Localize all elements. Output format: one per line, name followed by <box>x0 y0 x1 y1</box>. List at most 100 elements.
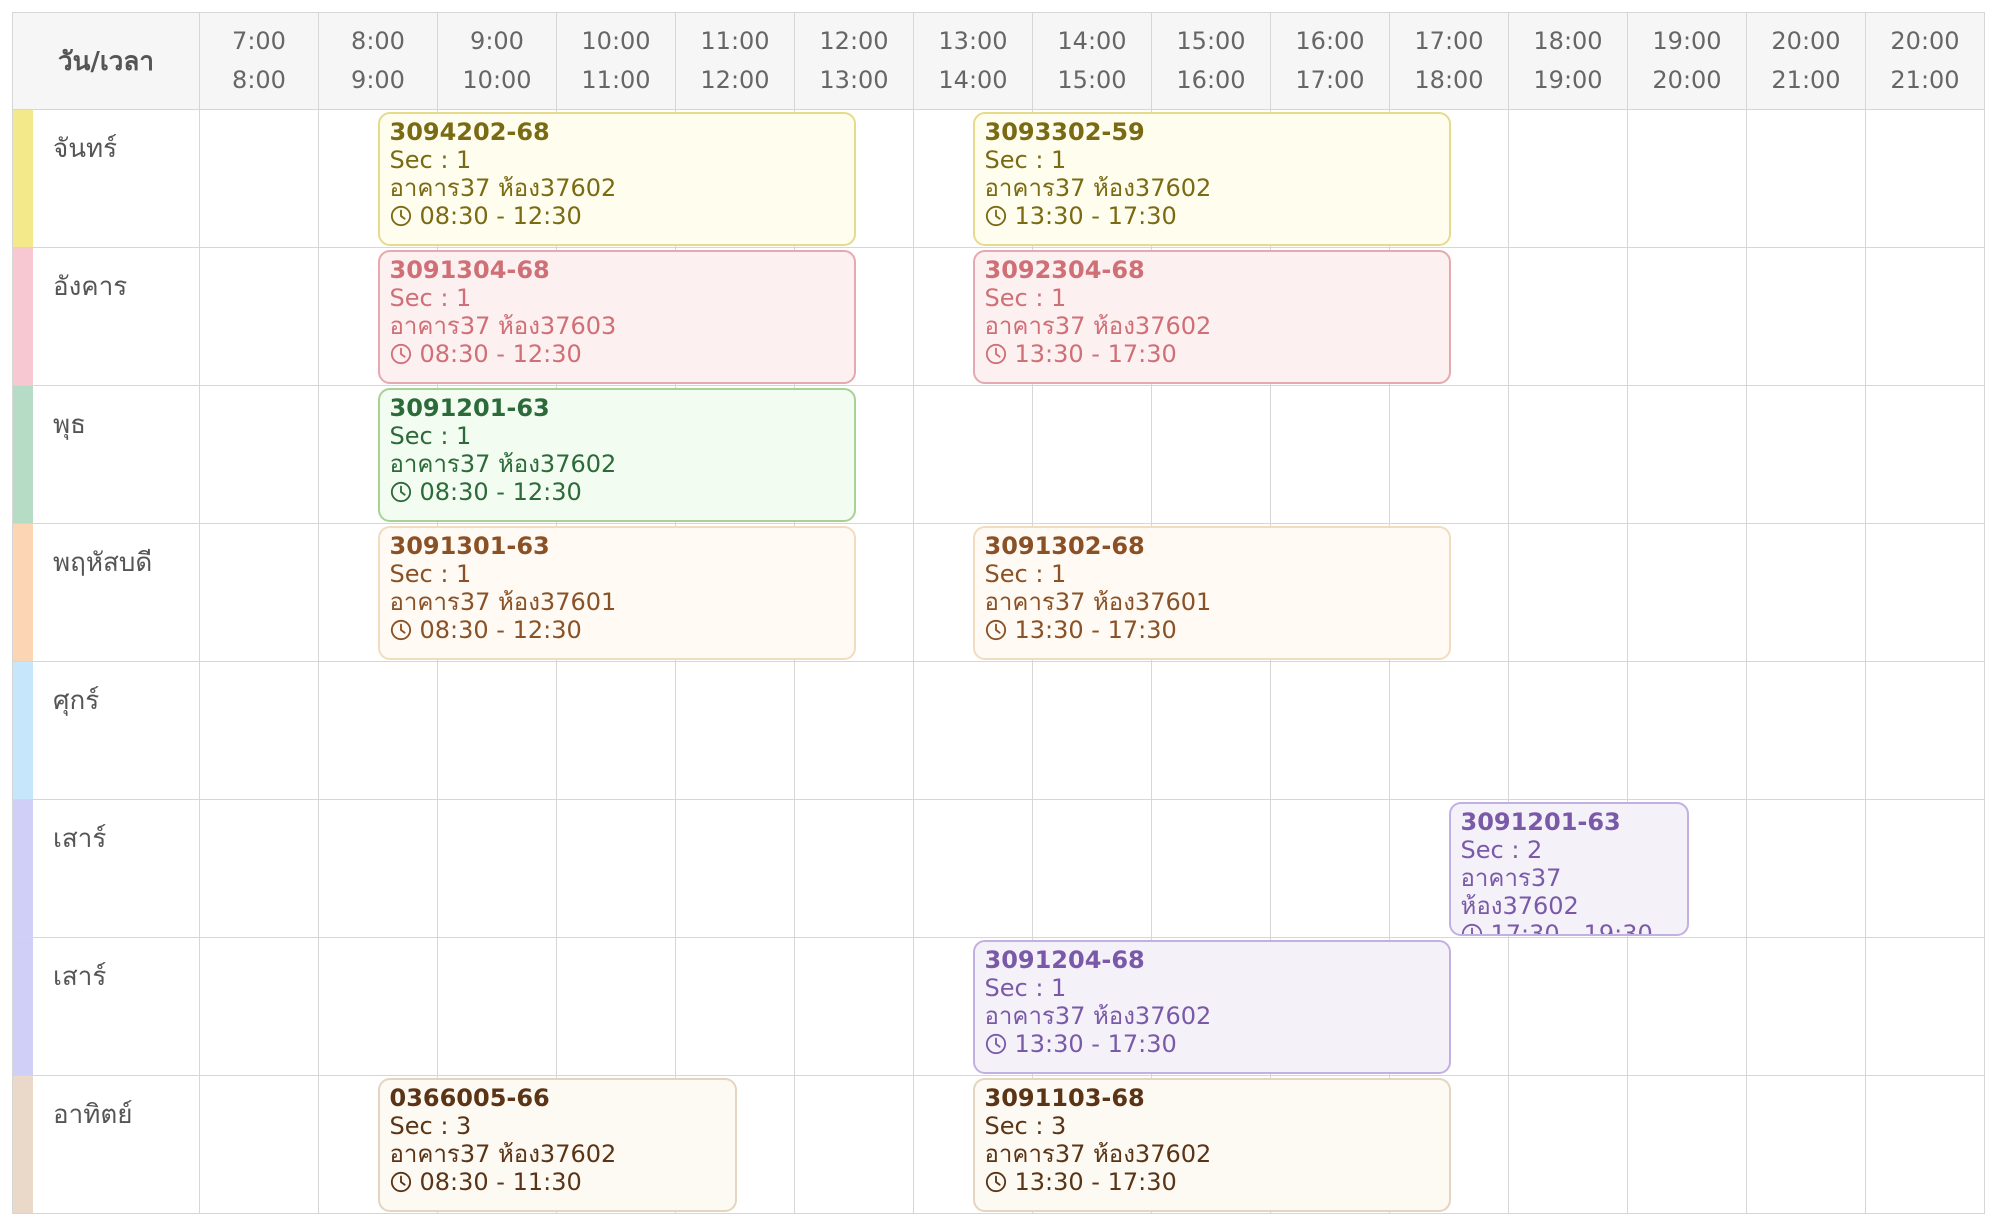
grid-cell[interactable] <box>200 938 319 1076</box>
grid-cell[interactable] <box>676 938 795 1076</box>
clock-icon <box>390 481 412 503</box>
time-slot-header: 20:00 21:00 <box>1866 12 1985 110</box>
grid-cell[interactable] <box>1509 938 1628 1076</box>
grid-cell[interactable] <box>200 1076 319 1214</box>
grid-cell[interactable] <box>795 1076 914 1214</box>
grid-cell[interactable] <box>1747 110 1866 248</box>
class-event-card[interactable]: 3091304-68 Sec : 1 อาคาร37 ห้อง37603 08:30 … <box>377 250 856 384</box>
slot-end: 17:00 <box>1295 66 1365 94</box>
slot-end: 15:00 <box>1057 66 1127 94</box>
grid-cell[interactable] <box>1628 386 1747 524</box>
class-event-card[interactable]: 3093302-59 Sec : 1 อาคาร37 ห้อง37602 13:30 … <box>972 112 1451 246</box>
time-slot-header: 10:00 11:00 <box>557 12 676 110</box>
grid-cell[interactable] <box>1866 248 1985 386</box>
time-range: 08:30 - 12:30 <box>390 202 844 230</box>
grid-cell[interactable] <box>557 800 676 938</box>
section-label: Sec : 1 <box>389 560 472 588</box>
grid-cell[interactable] <box>1152 386 1271 524</box>
grid-cell[interactable] <box>1509 662 1628 800</box>
grid-cell[interactable] <box>1866 800 1985 938</box>
grid-cell[interactable] <box>200 110 319 248</box>
grid-cell[interactable] <box>1628 1076 1747 1214</box>
grid-cell[interactable] <box>200 386 319 524</box>
section-label: Sec : 1 <box>389 422 472 450</box>
grid-cell[interactable] <box>200 524 319 662</box>
class-event-card[interactable]: 3091204-68 Sec : 1 อาคาร37 ห้อง37602 13:30 … <box>972 940 1451 1074</box>
grid-cell[interactable] <box>1152 662 1271 800</box>
grid-cell[interactable] <box>1747 662 1866 800</box>
grid-cell[interactable] <box>914 386 1033 524</box>
grid-cell[interactable] <box>1747 938 1866 1076</box>
class-event-card[interactable]: 3091201-63 Sec : 2 อาคาร37 ห้อง37602 17:30 … <box>1448 802 1689 936</box>
grid-cell[interactable] <box>438 938 557 1076</box>
grid-cell[interactable] <box>795 938 914 1076</box>
grid-cell[interactable] <box>1509 386 1628 524</box>
class-event-card[interactable]: 3092304-68 Sec : 1 อาคาร37 ห้อง37602 13:30 … <box>972 250 1451 384</box>
class-event-card[interactable]: 0366005-66 Sec : 3 อาคาร37 ห้อง37602 08:30 … <box>377 1078 737 1212</box>
grid-cell[interactable] <box>200 800 319 938</box>
grid-cell[interactable] <box>1866 1076 1985 1214</box>
grid-cell[interactable] <box>1509 110 1628 248</box>
grid-cell[interactable] <box>914 662 1033 800</box>
class-event-card[interactable]: 3091301-63 Sec : 1 อาคาร37 ห้อง37601 08:30 … <box>377 526 856 660</box>
room-location: อาคาร37 ห้อง37602 <box>984 1140 1212 1168</box>
room-location: อาคาร37 ห้อง37602 <box>984 174 1212 202</box>
grid-cell[interactable] <box>1866 110 1985 248</box>
grid-cell[interactable] <box>1509 248 1628 386</box>
grid-cell[interactable] <box>1866 524 1985 662</box>
grid-cell[interactable] <box>1866 386 1985 524</box>
grid-cell[interactable] <box>1509 524 1628 662</box>
grid-cell[interactable] <box>1033 662 1152 800</box>
grid-cell[interactable] <box>200 248 319 386</box>
grid-cell[interactable] <box>1747 386 1866 524</box>
grid-cell[interactable] <box>676 662 795 800</box>
grid-cell[interactable] <box>795 662 914 800</box>
grid-cell[interactable] <box>1271 386 1390 524</box>
grid-cell[interactable] <box>1390 386 1509 524</box>
class-event-card[interactable]: 3091302-68 Sec : 1 อาคาร37 ห้อง37601 13:30 … <box>972 526 1451 660</box>
grid-cell[interactable] <box>1033 800 1152 938</box>
class-event-card[interactable]: 3091103-68 Sec : 3 อาคาร37 ห้อง37602 13:30 … <box>972 1078 1451 1212</box>
grid-cell[interactable] <box>1509 1076 1628 1214</box>
grid-cell[interactable] <box>1390 662 1509 800</box>
grid-cell[interactable] <box>1033 386 1152 524</box>
clock-icon <box>390 1171 412 1193</box>
grid-cell[interactable] <box>914 800 1033 938</box>
grid-cell[interactable] <box>795 800 914 938</box>
slot-start: 16:00 <box>1295 27 1365 55</box>
grid-cell[interactable] <box>319 938 438 1076</box>
grid-cell[interactable] <box>1747 800 1866 938</box>
time-slot-header: 13:00 14:00 <box>914 12 1033 110</box>
grid-cell[interactable] <box>1628 662 1747 800</box>
grid-cell[interactable] <box>1271 800 1390 938</box>
grid-cell[interactable] <box>319 800 438 938</box>
time-range: 08:30 - 12:30 <box>390 616 844 644</box>
grid-cell[interactable] <box>1628 524 1747 662</box>
grid-cell[interactable] <box>319 662 438 800</box>
grid-cell[interactable] <box>438 800 557 938</box>
course-code: 3091301-63 <box>389 532 550 560</box>
grid-cell[interactable] <box>1628 248 1747 386</box>
class-event-card[interactable]: 3094202-68 Sec : 1 อาคาร37 ห้อง37602 08:30 … <box>377 112 856 246</box>
grid-cell[interactable] <box>1628 938 1747 1076</box>
grid-cell[interactable] <box>557 662 676 800</box>
time-range-text: 08:30 - 12:30 <box>419 340 582 368</box>
grid-cell[interactable] <box>438 662 557 800</box>
grid-cell[interactable] <box>1747 524 1866 662</box>
class-event-card[interactable]: 3091201-63 Sec : 1 อาคาร37 ห้อง37602 08:30 … <box>377 388 856 522</box>
grid-cell[interactable] <box>1866 662 1985 800</box>
grid-cell[interactable] <box>1866 938 1985 1076</box>
grid-cell[interactable] <box>1747 248 1866 386</box>
grid-cell[interactable] <box>676 800 795 938</box>
grid-cell[interactable] <box>200 662 319 800</box>
grid-cell[interactable] <box>1271 662 1390 800</box>
slot-end: 18:00 <box>1414 66 1484 94</box>
grid-cell[interactable] <box>1747 1076 1866 1214</box>
timetable: วัน/เวลา 7:00 8:00 8:00 9:00 9:00 10:00 10:00 1… <box>0 0 2008 1214</box>
grid-cell[interactable] <box>1628 110 1747 248</box>
grid-cell[interactable] <box>1152 800 1271 938</box>
section-label: Sec : 2 <box>1460 836 1543 864</box>
day-color-strip <box>13 662 33 799</box>
slot-end: 21:00 <box>1771 66 1841 94</box>
grid-cell[interactable] <box>557 938 676 1076</box>
